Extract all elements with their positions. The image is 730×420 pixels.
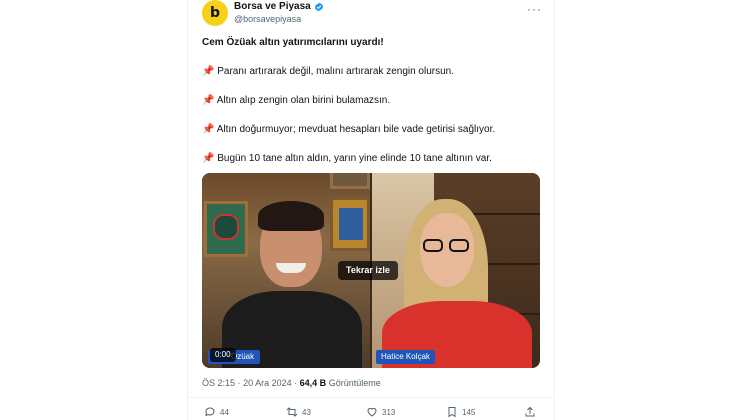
- post-date[interactable]: 20 Ara 2024: [243, 378, 292, 388]
- video-player[interactable]: Özüak 0:00 Hatice Kolçak Tekrar izle: [202, 173, 540, 368]
- meta-dot: ·: [294, 378, 298, 388]
- pushpin-icon: 📌: [202, 95, 215, 106]
- repost-button[interactable]: 43: [286, 406, 311, 418]
- heart-icon: [367, 407, 377, 417]
- pushpin-icon: 📌: [202, 124, 215, 135]
- reply-count: 44: [220, 407, 229, 417]
- tweet-header: b Borsa ve Piyasa @borsavepiyasa ···: [202, 0, 542, 30]
- tweet-line: 📌 Bugün 10 tane altın aldın, yarın yine …: [202, 152, 492, 165]
- views-label: Görüntüleme: [328, 378, 381, 388]
- more-icon[interactable]: ···: [527, 2, 542, 16]
- right-name-tag: Hatice Kolçak: [376, 350, 435, 364]
- reply-icon: [205, 407, 215, 417]
- tweet-line-text: Paranı artırarak değil, malını artırarak…: [217, 66, 455, 77]
- display-name[interactable]: Borsa ve Piyasa: [234, 1, 311, 12]
- replay-button[interactable]: Tekrar izle: [338, 261, 398, 280]
- bookmark-count: 145: [462, 407, 476, 417]
- verified-badge-icon: [314, 2, 323, 11]
- share-icon: [525, 406, 535, 417]
- tweet-meta: ÖS 2:15 · 20 Ara 2024 · 64,4 B Görüntüle…: [202, 378, 381, 388]
- glasses: [423, 239, 471, 253]
- repost-icon: [286, 407, 298, 417]
- wall-painting: [330, 173, 370, 189]
- tweet-line: 📌 Altın alıp zengin olan birini bulamazs…: [202, 94, 390, 107]
- author-name-row[interactable]: Borsa ve Piyasa: [234, 1, 324, 12]
- bookmark-icon: [448, 407, 456, 418]
- reply-button[interactable]: 44: [204, 406, 229, 418]
- pushpin-icon: 📌: [202, 153, 215, 164]
- action-bar: 44 43 313 145: [202, 406, 542, 420]
- share-button[interactable]: [524, 406, 536, 418]
- handle[interactable]: @borsavepiyasa: [234, 14, 301, 24]
- tweet-line-text: Altın doğurmuyor; mevduat hesapları bile…: [216, 124, 496, 135]
- tweet-line-text: Altın alıp zengin olan birini bulamazsın…: [216, 95, 391, 106]
- divider-line: [188, 397, 554, 398]
- man-hair: [258, 201, 324, 231]
- tweet-card: b Borsa ve Piyasa @borsavepiyasa ··· Cem…: [187, 0, 555, 420]
- repost-count: 43: [302, 407, 311, 417]
- post-time[interactable]: ÖS 2:15: [202, 378, 235, 388]
- like-button[interactable]: 313: [366, 406, 395, 418]
- avatar-letter: b: [209, 5, 221, 21]
- pushpin-icon: 📌: [202, 66, 215, 77]
- avatar[interactable]: b: [202, 0, 228, 26]
- tweet-headline: Cem Özüak altın yatırımcılarını uyardı!: [202, 37, 384, 48]
- video-time: 0:00: [210, 348, 236, 362]
- meta-dot: ·: [237, 378, 241, 388]
- tweet-line: 📌 Paranı artırarak değil, malını artırar…: [202, 65, 454, 78]
- wall-painting: [204, 201, 248, 257]
- bookmark-button[interactable]: 145: [446, 406, 475, 418]
- like-count: 313: [382, 407, 396, 417]
- wall-painting: [330, 197, 370, 251]
- tweet-line: 📌 Altın doğurmuyor; mevduat hesapları bi…: [202, 123, 495, 136]
- tweet-line-text: Bugün 10 tane altın aldın, yarın yine el…: [217, 153, 492, 164]
- views-count: 64,4 B: [299, 378, 327, 388]
